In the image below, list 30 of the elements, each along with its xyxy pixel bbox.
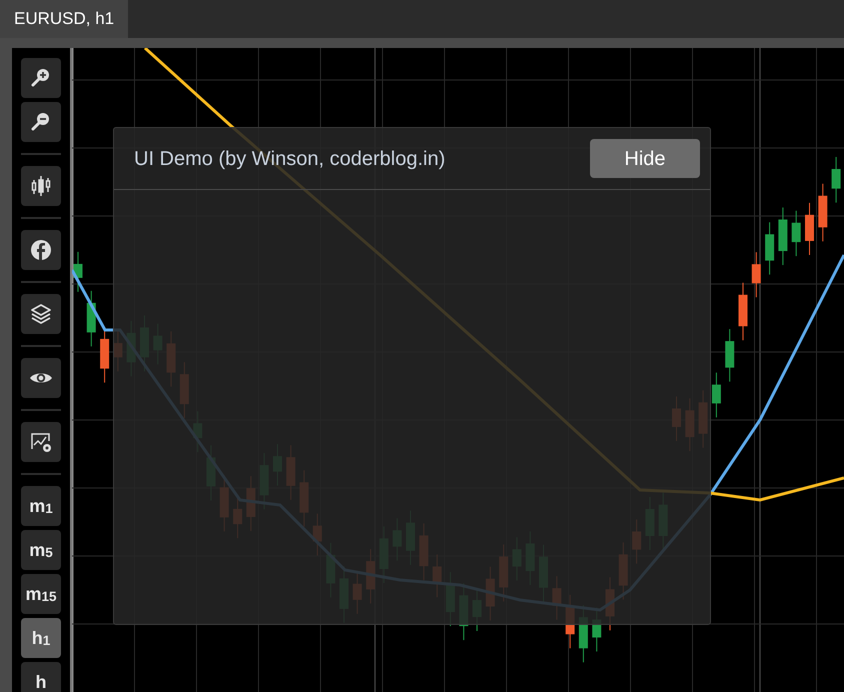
candlestick [738, 282, 748, 341]
hide-button[interactable]: Hide [590, 139, 700, 178]
chart-tab[interactable]: EURUSD, h1 [0, 0, 128, 38]
candles-button[interactable] [21, 166, 61, 206]
zoom-in-button[interactable] [21, 58, 61, 98]
candlestick [818, 183, 828, 242]
candlestick [792, 210, 801, 257]
timeframe-button[interactable]: m$_{1}$ [21, 486, 61, 526]
eye-button[interactable] [21, 358, 61, 398]
candlestick [74, 251, 82, 292]
layers-button[interactable] [21, 294, 61, 334]
candlestick [86, 290, 96, 347]
candlestick [765, 222, 774, 276]
candlestick-icon [29, 174, 53, 198]
layers-icon [29, 302, 53, 326]
panel-title: UI Demo (by Winson, coderblog.in) [134, 146, 446, 172]
chart-settings-button[interactable] [21, 422, 61, 462]
timeframe-button[interactable]: h [21, 662, 61, 692]
facebook-icon [29, 238, 53, 262]
candlestick [778, 207, 788, 266]
zoom-out-button[interactable] [21, 102, 61, 142]
candlestick [752, 252, 761, 298]
timeframe-button[interactable]: h$_{1}$ [21, 618, 61, 658]
timeframe-button[interactable]: m$_{15}$ [21, 574, 61, 614]
candlestick [712, 372, 721, 418]
candlestick [832, 156, 841, 204]
timeframe-button[interactable]: m$_{5}$ [21, 530, 61, 570]
candlestick [725, 328, 734, 382]
facebook-button[interactable] [21, 230, 61, 270]
candlestick [805, 202, 814, 256]
